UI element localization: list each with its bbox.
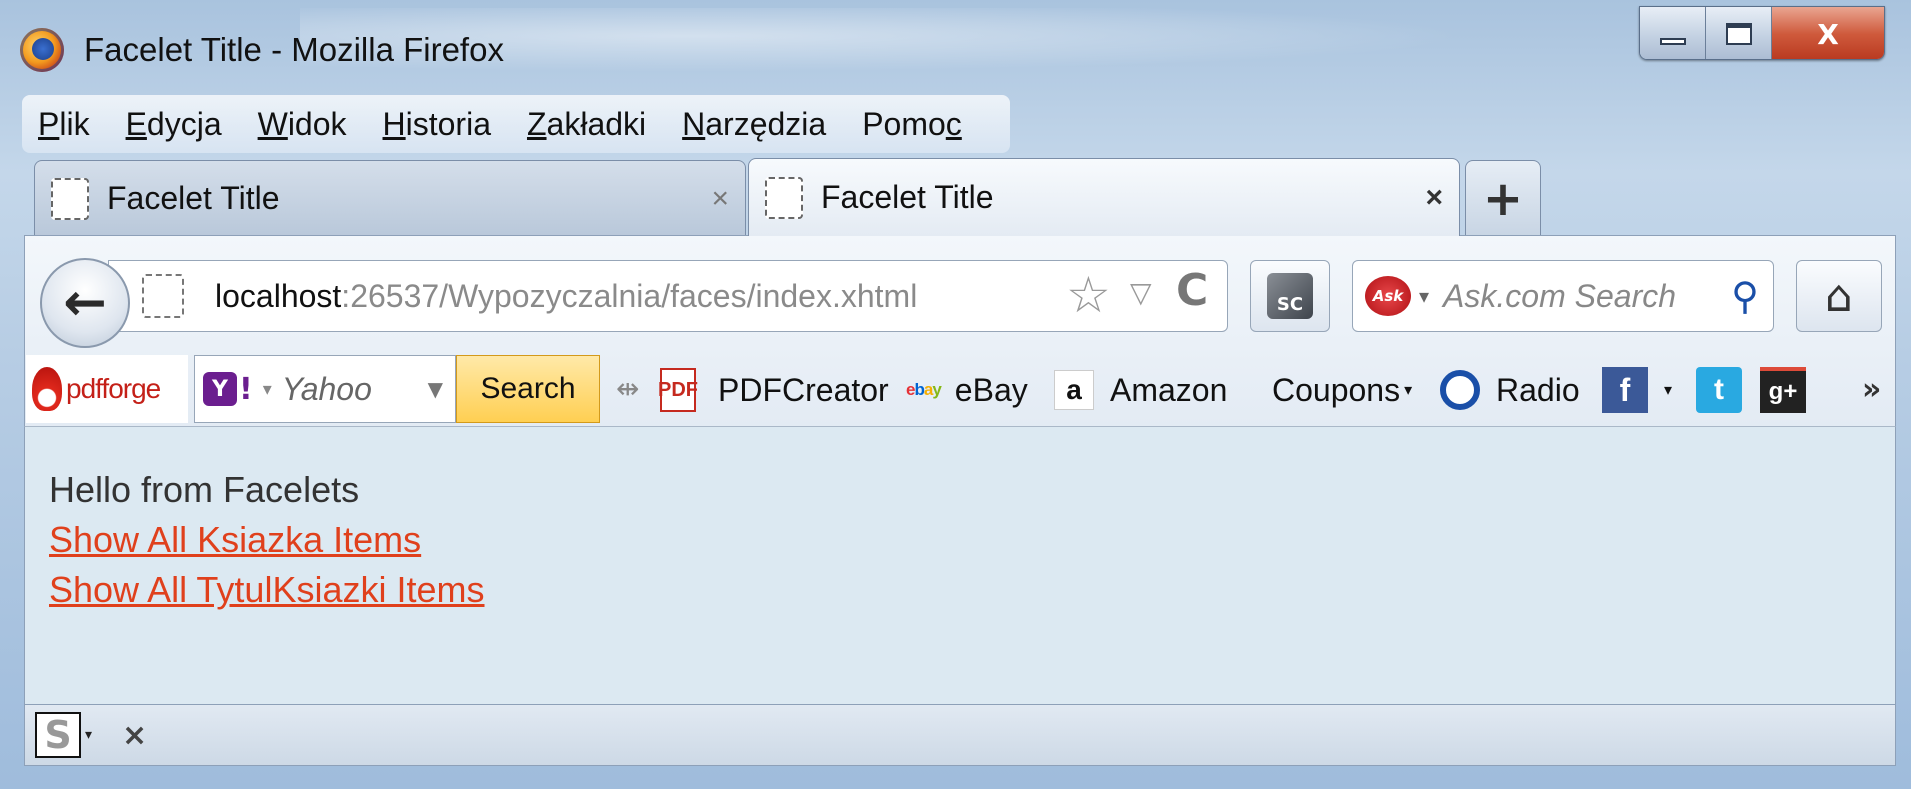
bookmark-label: Radio xyxy=(1496,371,1580,408)
menu-historia[interactable]: Historia xyxy=(383,106,491,143)
ask-engine-icon[interactable]: Ask xyxy=(1365,276,1411,316)
reload-icon[interactable]: C xyxy=(1176,265,1208,316)
googleplus-icon: g+ xyxy=(1760,367,1806,413)
amazon-icon: a xyxy=(1054,370,1094,410)
site-identity-icon[interactable] xyxy=(142,274,184,318)
menu-narzedzia[interactable]: Narzędzia xyxy=(682,106,826,143)
bookmark-label: Amazon xyxy=(1110,371,1228,408)
facebook-dropdown-icon[interactable]: ▾ xyxy=(1664,380,1672,400)
yahoo-bang: ! xyxy=(239,371,253,407)
close-icon: X xyxy=(1817,17,1839,51)
search-go-icon[interactable]: ⚲ xyxy=(1731,274,1759,318)
s-addon-icon[interactable]: S xyxy=(35,712,81,758)
window-controls: X xyxy=(1639,6,1885,60)
tab-facelet-title-2-active[interactable]: Facelet Title × xyxy=(748,158,1460,236)
show-all-tytulksiazki-link[interactable]: Show All TytulKsiazki Items xyxy=(49,565,485,615)
close-window-button[interactable]: X xyxy=(1772,7,1884,59)
page-content: Hello from Facelets Show All Ksiazka Ite… xyxy=(24,426,1896,704)
menu-pomoc[interactable]: Pomoc xyxy=(862,106,962,143)
pdf-icon: PDF xyxy=(658,368,698,412)
googleplus-button[interactable]: g+ xyxy=(1760,360,1806,420)
bookmark-label: PDFCreator xyxy=(718,371,889,408)
show-all-ksiazka-link[interactable]: Show All Ksiazka Items xyxy=(49,515,421,565)
yahoo-engine-dropdown-icon[interactable]: ▾ xyxy=(263,379,272,400)
firefox-logo-icon xyxy=(20,28,64,72)
url-history-dropdown-icon[interactable]: ▽ xyxy=(1130,276,1152,309)
hello-text: Hello from Facelets xyxy=(49,469,360,510)
url-bar[interactable]: localhost:26537/Wypozyczalnia/faces/inde… xyxy=(108,260,1228,332)
maximize-button[interactable] xyxy=(1706,7,1772,59)
tab-label: Facelet Title xyxy=(107,180,280,216)
menu-zakladki[interactable]: Zakładki xyxy=(527,106,646,143)
tab-close-icon[interactable]: × xyxy=(1425,181,1443,215)
facebook-icon: f xyxy=(1602,367,1648,413)
back-arrow-icon: ← xyxy=(63,273,107,333)
yahoo-search-button[interactable]: Search xyxy=(456,355,600,423)
menu-plik[interactable]: Plik xyxy=(38,106,90,143)
sc-addon-icon: SC xyxy=(1267,273,1313,319)
bookmark-amazon[interactable]: a Amazon xyxy=(1054,360,1227,420)
menu-edycja[interactable]: Edycja xyxy=(126,106,222,143)
menu-bar: Plik Edycja Widok Historia Zakładki Narz… xyxy=(22,95,1010,153)
minimize-icon xyxy=(1659,37,1686,45)
toolbar-grip-icon[interactable]: ⇹ xyxy=(616,372,639,405)
yahoo-logo-icon: Y xyxy=(203,372,237,406)
search-input[interactable]: Ask.com Search xyxy=(1443,278,1731,315)
toolbar-overflow-chevron-icon[interactable]: » xyxy=(1862,372,1881,407)
pdfforge-flame-icon xyxy=(32,367,62,411)
bookmark-ebay[interactable]: ebay eBay xyxy=(906,360,1028,420)
back-button[interactable]: ← xyxy=(40,258,130,348)
bookmark-star-icon[interactable]: ☆ xyxy=(1066,266,1111,324)
tab-close-icon[interactable]: × xyxy=(711,182,729,216)
twitter-button[interactable]: t xyxy=(1696,360,1742,420)
engine-dropdown-icon[interactable]: ▾ xyxy=(1419,284,1429,308)
bookmark-pdfcreator[interactable]: PDF PDFCreator xyxy=(658,360,889,420)
default-favicon-icon xyxy=(765,176,803,219)
coupons-dropdown-icon: ▾ xyxy=(1404,382,1413,399)
sc-addon-button[interactable]: SC xyxy=(1250,260,1330,332)
minimize-button[interactable] xyxy=(1640,7,1706,59)
radio-icon xyxy=(1440,370,1480,410)
s-addon-dropdown-icon[interactable]: ▾ xyxy=(85,727,92,743)
tab-facelet-title-1[interactable]: Facelet Title × xyxy=(34,160,746,236)
bookmark-coupons[interactable]: Coupons ▾ xyxy=(1272,360,1412,420)
yahoo-history-dropdown-icon[interactable]: ▼ xyxy=(428,377,443,401)
ebay-icon: ebay xyxy=(906,380,942,399)
addon-bar-close-icon[interactable]: × xyxy=(122,718,147,753)
tab-label: Facelet Title xyxy=(821,179,994,215)
bookmark-label: eBay xyxy=(954,371,1028,408)
default-favicon-icon xyxy=(51,177,89,220)
yahoo-search-box[interactable]: Y ! ▾ Yahoo ▼ xyxy=(194,355,456,423)
facebook-button[interactable]: f ▾ xyxy=(1602,360,1672,420)
maximize-icon xyxy=(1725,23,1752,45)
search-bar[interactable]: Ask ▾ Ask.com Search ⚲ xyxy=(1352,260,1774,332)
yahoo-search-input[interactable]: Yahoo xyxy=(282,371,428,408)
addon-bar: S ▾ × xyxy=(24,704,1896,766)
new-tab-button[interactable]: + xyxy=(1465,160,1541,236)
window-title: Facelet Title - Mozilla Firefox xyxy=(84,31,504,68)
home-icon: ⌂ xyxy=(1825,270,1853,322)
pdfforge-logo[interactable]: pdfforge xyxy=(26,355,188,423)
bookmark-label: Coupons xyxy=(1272,371,1401,408)
bookmark-radio[interactable]: Radio xyxy=(1440,360,1580,420)
home-button[interactable]: ⌂ xyxy=(1796,260,1882,332)
menu-widok[interactable]: Widok xyxy=(258,106,347,143)
url-text[interactable]: localhost:26537/Wypozyczalnia/faces/inde… xyxy=(215,278,917,315)
twitter-icon: t xyxy=(1696,367,1742,413)
pdfforge-label: pdfforge xyxy=(66,373,161,404)
